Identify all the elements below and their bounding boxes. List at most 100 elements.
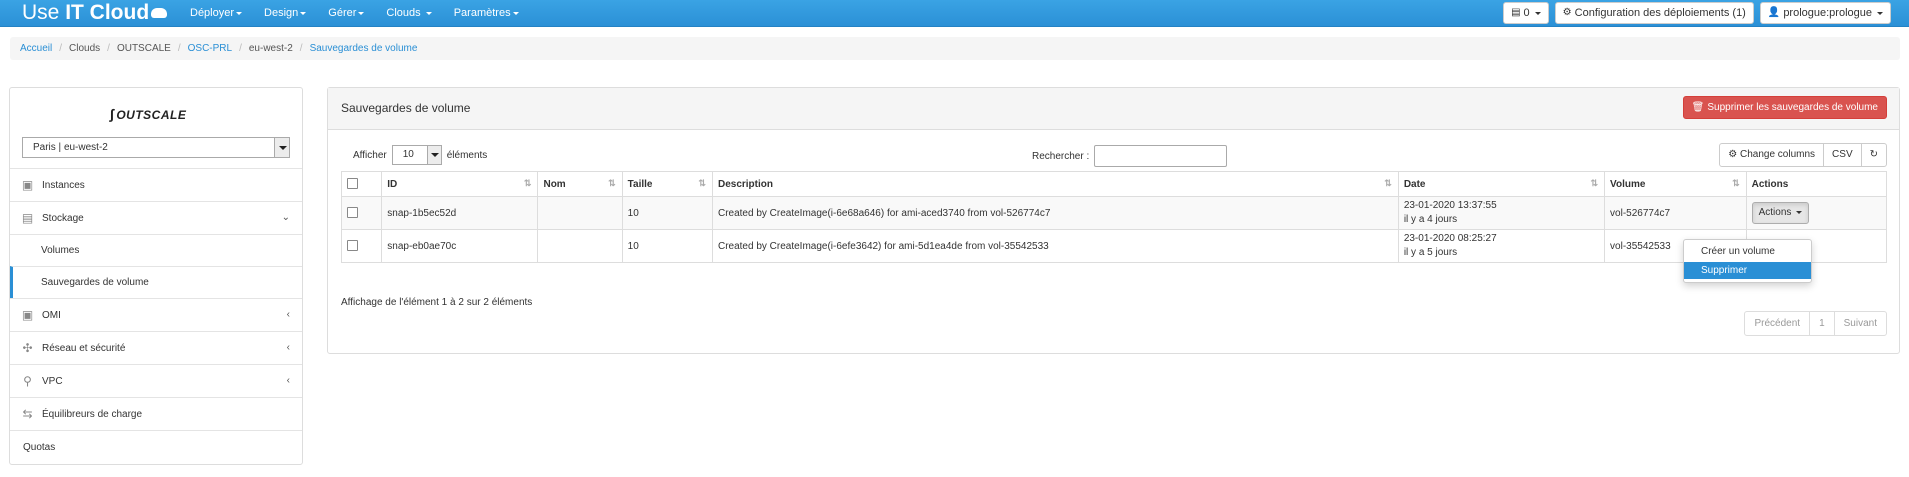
cloud-icon — [151, 8, 168, 18]
pagination-previous[interactable]: Précédent — [1744, 311, 1811, 336]
pagination-page-1[interactable]: 1 — [1809, 311, 1835, 336]
snapshots-table: ID ⇅ Nom ⇅ Taille ⇅ Description ⇅ Date ⇅ Volu… — [340, 171, 1888, 263]
menu-clouds[interactable]: Clouds — [386, 0, 432, 26]
cell-name — [537, 196, 623, 230]
sidebar-item-omi[interactable]: ▣ OMI ‹ — [10, 298, 302, 331]
cell-id: snap-eb0ae70c — [381, 229, 539, 263]
chevron-left-icon: ‹ — [286, 309, 290, 320]
select-all-checkbox[interactable] — [347, 178, 358, 190]
user-icon: 👤 — [1767, 7, 1781, 18]
breadcrumb-current[interactable]: Sauvegardes de volume — [310, 43, 418, 54]
sidebar-item-stockage[interactable]: ▤ Stockage ⌄ — [10, 201, 302, 234]
menu-gerer[interactable]: Gérer — [328, 0, 365, 26]
cell-id: snap-1b5ec52d — [381, 196, 539, 230]
csv-export-button[interactable]: CSV — [1823, 143, 1862, 167]
sidebar-item-sauvegardes-de-volume[interactable]: Sauvegardes de volume — [10, 266, 302, 298]
page-length-select[interactable]: 10 — [391, 145, 442, 165]
cell-actions: Actions — [1745, 196, 1888, 230]
sidebar-item-vpc[interactable]: ⚲ VPC ‹ — [10, 364, 302, 397]
menu-parametres[interactable]: Paramètres — [454, 0, 519, 26]
caret-down-icon — [512, 11, 519, 15]
select-arrow-icon — [426, 146, 441, 164]
column-header-volume[interactable]: Volume ⇅ — [1604, 171, 1747, 197]
menu-deployer[interactable]: Déployer — [190, 0, 243, 26]
column-header-date[interactable]: Date ⇅ — [1397, 171, 1606, 197]
gear-icon: ⚙ — [1728, 149, 1738, 160]
sidebar-item-instances[interactable]: ▣ Instances — [10, 168, 302, 201]
row-actions-dropdown: Créer un volume Supprimer — [1683, 239, 1812, 283]
table-row: snap-eb0ae70c 10 Created by CreateImage(… — [340, 229, 1888, 263]
cell-size: 10 — [621, 196, 713, 230]
chevron-left-icon: ‹ — [286, 375, 290, 386]
server-icon: ▤ — [1511, 7, 1521, 18]
panel-header: Sauvegardes de volume 🗑 Supprimer les sau… — [328, 88, 1899, 130]
row-checkbox[interactable] — [347, 207, 358, 219]
brand-bold-text: IT Cloud — [65, 1, 150, 24]
date-value: 23-01-2020 13:37:55 — [1403, 200, 1497, 211]
app-logo[interactable]: Use IT Cloud — [22, 1, 168, 25]
cell-volume: vol-526774c7 — [1604, 196, 1747, 230]
breadcrumb-clouds: Clouds — [69, 43, 101, 54]
sidebar-menu: ▣ Instances ▤ Stockage ⌄ Volumes Sauvegarde… — [10, 168, 302, 463]
pagination: Précédent 1 Suivant — [1744, 311, 1887, 336]
caret-down-icon — [358, 11, 365, 15]
date-value: 23-01-2020 08:25:27 — [1403, 233, 1497, 244]
search-control: Rechercher : — [1032, 145, 1228, 167]
delete-snapshots-button[interactable]: 🗑 Supprimer les sauvegardes de volume — [1682, 96, 1887, 119]
menu-item-delete[interactable]: Supprimer — [1684, 262, 1811, 279]
chevron-left-icon: ‹ — [286, 342, 290, 353]
snapshots-panel: Sauvegardes de volume 🗑 Supprimer les sau… — [327, 87, 1900, 354]
breadcrumb-outscale: OUTSCALE — [116, 43, 171, 54]
show-label: Afficher — [353, 149, 387, 161]
menu-design[interactable]: Design — [264, 0, 307, 26]
caret-down-icon — [300, 11, 307, 15]
outscale-logo: ∫ OUTSCALE — [110, 106, 187, 122]
sort-icon: ⇅ — [1590, 178, 1599, 188]
sidebar-item-equilibreurs[interactable]: ⇆ Équilibreurs de charge — [10, 397, 302, 430]
sort-icon: ⇅ — [698, 178, 706, 188]
table-header-row: ID ⇅ Nom ⇅ Taille ⇅ Description ⇅ Date ⇅ Volu… — [340, 171, 1888, 197]
sidebar-item-quotas[interactable]: Quotas — [10, 430, 302, 463]
page-title: Sauvegardes de volume — [341, 101, 471, 115]
breadcrumb-accueil[interactable]: Accueil — [20, 43, 52, 54]
pagination-next[interactable]: Suivant — [1833, 311, 1887, 336]
sidebar-item-reseau[interactable]: ✣ Réseau et sécurité ‹ — [10, 331, 302, 364]
row-checkbox[interactable] — [347, 240, 358, 252]
table-info: Affichage de l'élément 1 à 2 sur 2 éléme… — [341, 297, 533, 308]
column-header-taille[interactable]: Taille ⇅ — [621, 171, 713, 197]
column-header-id[interactable]: ID ⇅ — [381, 171, 539, 197]
cell-size: 10 — [621, 229, 713, 263]
gear-icon: ⚙ — [1562, 7, 1572, 18]
date-relative: il y a 4 jours — [1403, 214, 1458, 225]
refresh-icon: ↻ — [1869, 149, 1878, 160]
search-label: Rechercher : — [1032, 150, 1090, 162]
lock-icon: ⚲ — [23, 374, 32, 388]
caret-down-icon — [1534, 11, 1541, 15]
region-select[interactable]: Paris | eu-west-2 — [22, 137, 290, 158]
user-menu-button[interactable]: 👤 prologue:prologue — [1759, 2, 1891, 24]
table-tools: ⚙ Change columns CSV ↻ — [1719, 143, 1887, 167]
menu-item-create-volume[interactable]: Créer un volume — [1684, 243, 1811, 260]
change-columns-button[interactable]: ⚙ Change columns — [1719, 143, 1825, 167]
caret-down-icon — [1877, 11, 1883, 15]
dassault-logo-icon: ∫ — [110, 106, 115, 122]
caret-down-icon — [425, 11, 432, 15]
select-all-cell — [340, 171, 383, 197]
breadcrumb-osc-prl[interactable]: OSC-PRL — [188, 43, 232, 54]
sort-icon: ⇅ — [1384, 178, 1392, 188]
top-navbar: Use IT Cloud Déployer Design Gérer Cloud… — [0, 0, 1909, 27]
row-actions-button[interactable]: Actions — [1751, 202, 1810, 224]
refresh-button[interactable]: ↻ — [1860, 143, 1887, 167]
deploy-config-button[interactable]: ⚙ Configuration des déploiements (1) — [1554, 2, 1754, 24]
cell-description: Created by CreateImage(i-6efe3642) for a… — [711, 229, 1399, 263]
column-header-nom[interactable]: Nom ⇅ — [537, 171, 623, 197]
notifications-button[interactable]: ▤ 0 — [1503, 2, 1549, 24]
sidebar-item-volumes[interactable]: Volumes — [10, 234, 302, 266]
column-header-actions: Actions — [1745, 171, 1888, 197]
sort-icon: ⇅ — [608, 178, 616, 188]
cell-date: 23-01-2020 13:37:55 il y a 4 jours — [1397, 196, 1606, 230]
column-header-description[interactable]: Description ⇅ — [711, 171, 1399, 197]
search-input[interactable] — [1094, 145, 1228, 167]
storage-icon: ▤ — [21, 211, 34, 225]
network-icon: ✣ — [22, 341, 33, 355]
